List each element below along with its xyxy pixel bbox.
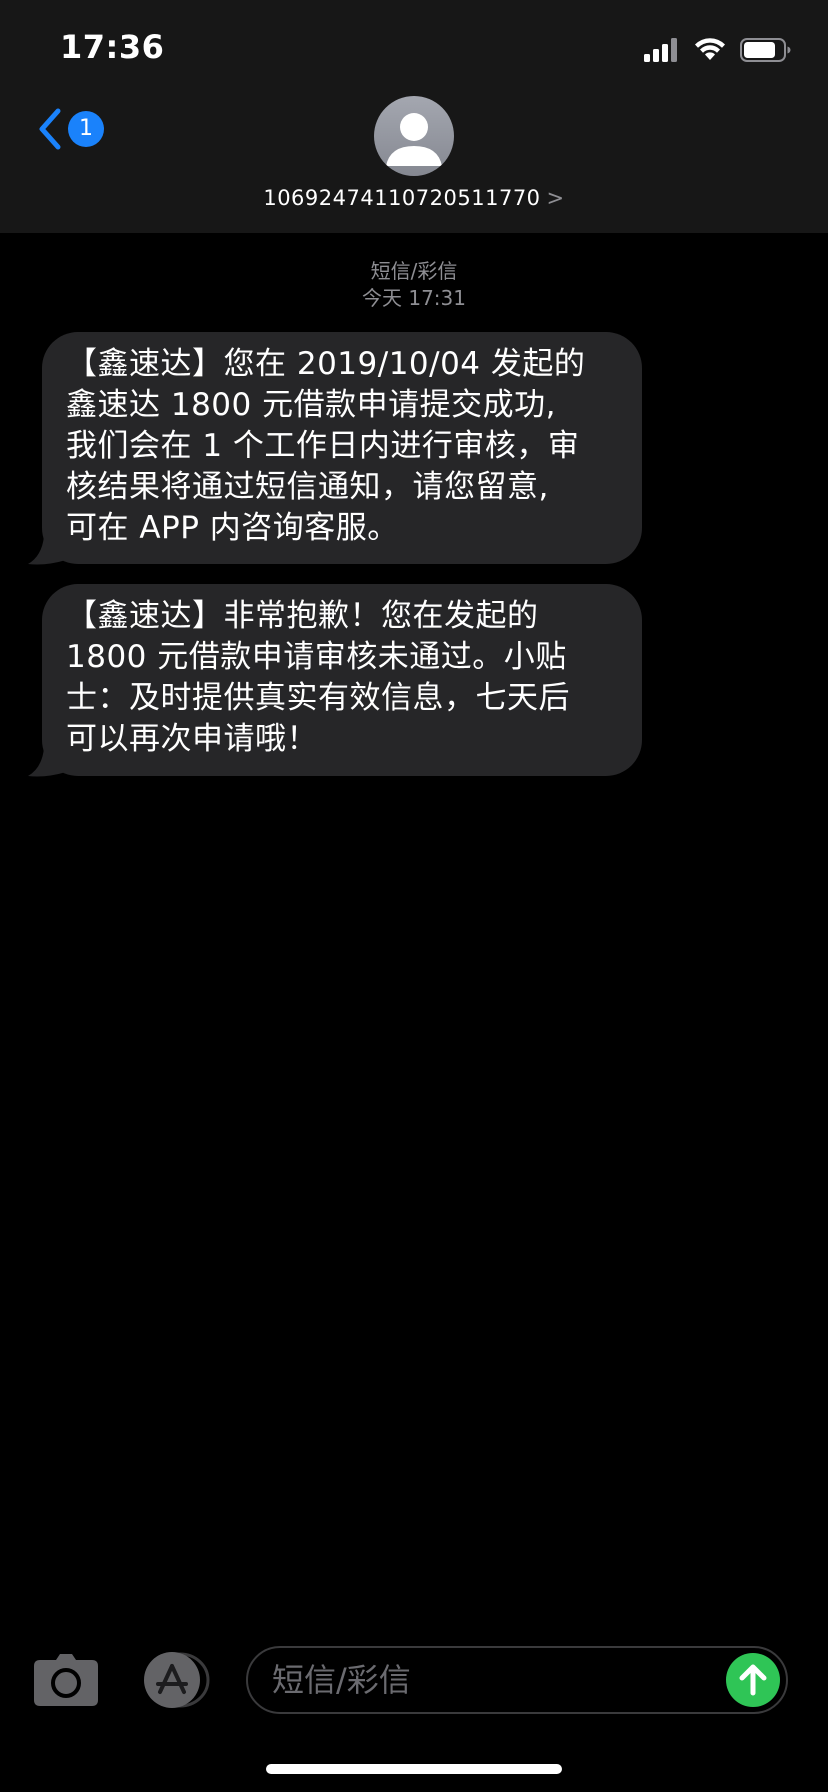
camera-button[interactable] <box>34 1654 98 1706</box>
message-bubble[interactable]: 【鑫速达】您在 2019/10/04 发起的 鑫速达 1800 元借款申请提交成… <box>42 332 642 564</box>
unread-count-badge: 1 <box>68 111 104 147</box>
message-line: 我们会在 1 个工作日内进行审核，审 <box>66 428 580 464</box>
contact-avatar[interactable] <box>374 96 454 176</box>
message-line: 士：及时提供真实有效信息，七天后 <box>66 680 570 716</box>
person-icon <box>386 113 442 166</box>
message-input[interactable] <box>272 1648 712 1712</box>
message-bubble[interactable]: 【鑫速达】非常抱歉！您在发起的 1800 元借款申请审核未通过。小贴 士：及时提… <box>42 584 642 776</box>
compose-field-wrapper <box>246 1646 788 1714</box>
message-line: 可在 APP 内咨询客服。 <box>66 510 399 546</box>
status-time: 17:36 <box>60 28 165 66</box>
message-line: 鑫速达 1800 元借款申请提交成功, <box>66 387 556 423</box>
send-button[interactable] <box>726 1653 780 1707</box>
wifi-icon <box>695 38 725 60</box>
app-store-button[interactable] <box>140 1652 214 1708</box>
chevron-left-icon <box>39 108 61 150</box>
message-timestamp: 今天 17:31 <box>362 286 466 310</box>
camera-icon <box>34 1654 98 1706</box>
home-indicator[interactable] <box>266 1764 562 1774</box>
message-line: 【鑫速达】非常抱歉！您在发起的 <box>66 598 539 634</box>
conversation-header: 17:36 1 106924741107205117 <box>0 0 828 233</box>
message-line: 【鑫速达】您在 2019/10/04 发起的 <box>66 346 586 382</box>
bubble-tail <box>28 536 66 565</box>
message-line: 核结果将通过短信通知，请您留意, <box>66 469 549 505</box>
contact-number: 1069247411072051177​0 <box>263 186 541 210</box>
message-line: 可以再次申请哦！ <box>66 721 318 757</box>
service-label: 短信/彩信 <box>370 259 458 283</box>
contact-details-link[interactable]: 1069247411072051177​0 > <box>0 186 828 210</box>
cellular-signal-icon <box>644 38 677 62</box>
thread-meta: 短信/彩信 今天 17:31 <box>0 258 828 312</box>
back-button[interactable]: 1 <box>36 104 104 154</box>
message-line: 1800 元借款申请审核未通过。小贴 <box>66 639 567 675</box>
arrow-up-icon <box>739 1664 767 1696</box>
app-store-icon <box>144 1652 210 1708</box>
bubble-tail <box>28 748 66 777</box>
status-icons <box>644 36 792 64</box>
chevron-right-icon: > <box>546 186 565 210</box>
battery-icon <box>740 38 791 62</box>
